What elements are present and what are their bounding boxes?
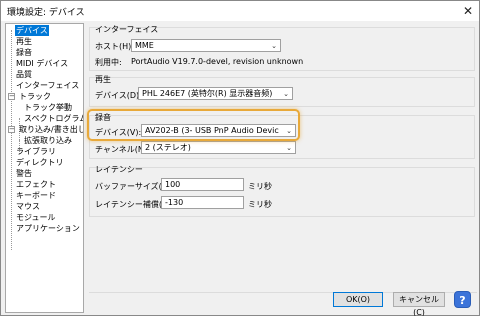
channels-value: 2 (ステレオ) [145, 143, 191, 152]
ok-button[interactable]: OK(O) [333, 292, 383, 307]
preferences-window: 環境設定: デバイス ✕ デバイス 再生 録音 MIDI デバイス 品質 インタ… [0, 0, 480, 316]
devices-panel: インターフェイス ホスト(H): MME ⌄ 利用中: PortAudio V1… [87, 23, 477, 293]
playback-device-label: デバイス(D): [95, 91, 142, 100]
title-bar: 環境設定: デバイス ✕ [1, 1, 479, 21]
tree-item-extended-import[interactable]: 拡張取り込み [23, 135, 73, 146]
window-title: 環境設定: デバイス [7, 8, 85, 18]
host-select[interactable]: MME ⌄ [131, 39, 281, 52]
help-icon[interactable]: ? [454, 291, 471, 308]
tree-item-keyboard[interactable]: キーボード [15, 190, 57, 201]
chevron-down-icon: ⌄ [271, 42, 277, 50]
recording-highlight [87, 109, 300, 141]
tree-item-spectrograms[interactable]: スペクトログラム [23, 113, 83, 124]
playback-group-title: 再生 [95, 75, 111, 84]
tree-item-modules[interactable]: モジュール [15, 212, 56, 223]
host-label: ホスト(H): [95, 42, 134, 51]
category-tree[interactable]: デバイス 再生 録音 MIDI デバイス 品質 インターフェイス − トラック … [5, 23, 84, 313]
chevron-down-icon: ⌄ [286, 144, 292, 152]
tree-item-application[interactable]: アプリケーション [15, 223, 81, 234]
tree-item-tracks-behaviors[interactable]: トラック挙動 [23, 102, 73, 113]
tree-item-quality[interactable]: 品質 [15, 69, 33, 80]
tree-item-tracks[interactable]: トラック [18, 91, 52, 102]
tree-connector [11, 30, 12, 250]
buffer-size-unit: ミリ秒 [248, 182, 272, 191]
tree-item-warnings[interactable]: 警告 [15, 168, 33, 179]
collapse-tracks-icon[interactable]: − [8, 93, 15, 100]
latency-group-title: レイテンシー [95, 165, 143, 174]
tree-item-mouse[interactable]: マウス [15, 201, 41, 212]
tree-item-interface[interactable]: インターフェイス [15, 80, 80, 91]
tree-item-midi-devices[interactable]: MIDI デバイス [15, 58, 69, 69]
close-icon[interactable]: ✕ [457, 1, 479, 21]
tree-item-playback[interactable]: 再生 [15, 36, 33, 47]
tree-item-effects[interactable]: エフェクト [15, 179, 57, 190]
cancel-button[interactable]: キャンセル(C) [393, 292, 445, 316]
host-select-value: MME [135, 41, 154, 50]
using-label: 利用中: [95, 58, 122, 67]
playback-device-select[interactable]: PHL 246E7 (英特尔(R) 显示器音频) ⌄ [138, 87, 293, 100]
collapse-import-export-icon[interactable]: − [8, 126, 15, 133]
channels-select[interactable]: 2 (ステレオ) ⌄ [141, 141, 296, 154]
using-value: PortAudio V19.7.0-devel, revision unknow… [131, 57, 304, 66]
buffer-size-input[interactable]: 100 [161, 178, 244, 191]
tree-item-recording[interactable]: 録音 [15, 47, 33, 58]
interface-group-title: インターフェイス [95, 25, 159, 34]
latency-comp-unit: ミリ秒 [248, 200, 272, 209]
latency-comp-input[interactable]: -130 [161, 196, 244, 209]
tree-item-devices[interactable]: デバイス [15, 25, 49, 36]
chevron-down-icon: ⌄ [283, 90, 289, 98]
playback-device-value: PHL 246E7 (英特尔(R) 显示器音频) [142, 89, 273, 98]
tree-item-libraries[interactable]: ライブラリ [15, 146, 57, 157]
tree-item-directories[interactable]: ディレクトリ [15, 157, 64, 168]
tree-item-import-export[interactable]: 取り込み/書き出し [18, 124, 83, 135]
